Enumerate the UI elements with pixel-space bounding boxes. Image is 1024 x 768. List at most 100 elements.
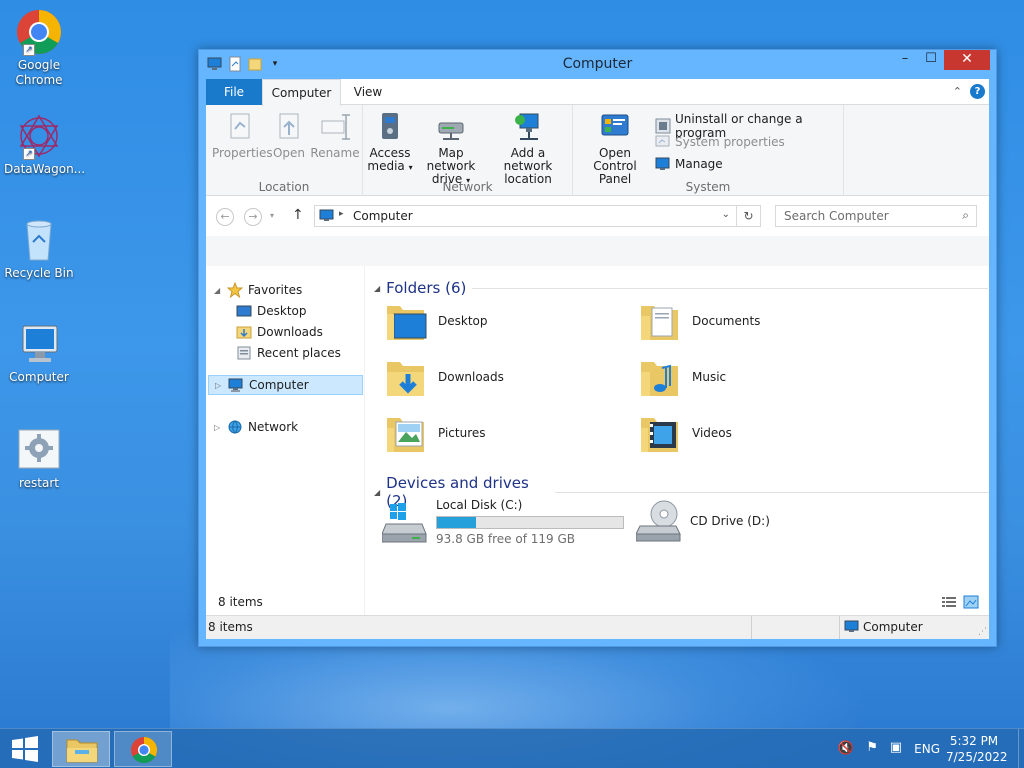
desktop-icon-restart[interactable]: restart [4,426,74,491]
usage-bar-fill [437,517,477,528]
nav-recent-places[interactable]: Recent places [236,343,341,363]
collapse-arrow-icon[interactable]: ◢ [374,284,380,293]
properties-button[interactable]: Properties [212,111,273,160]
collapse-arrow-icon[interactable]: ◢ [374,488,380,497]
rename-button[interactable]: Rename [310,111,360,160]
folder-videos[interactable]: Videos [638,410,732,456]
desktop-icon-label: Computer [9,370,69,384]
nav-computer[interactable]: ▷ Computer [208,375,363,395]
tab-view[interactable]: View [343,79,393,105]
folders-section-header[interactable]: ◢ Folders (6) [374,279,989,297]
address-dropdown-chevron-icon[interactable]: ⌄ [722,209,730,220]
control-panel-icon [599,111,631,143]
ribbon-group-network: Access media ▾ Map network drive ▾ Add a… [363,105,573,196]
rename-icon [319,111,351,143]
map-network-drive-label: Map network [426,146,476,173]
start-button[interactable] [6,733,44,765]
downloads-folder-icon [384,354,430,400]
network-status-icon[interactable]: ▣ [890,740,902,755]
manage-icon [655,156,671,172]
details-view-icon[interactable] [941,595,957,609]
volume-muted-icon[interactable]: 🔇 [838,741,854,756]
computer-icon [15,320,63,368]
minimize-button[interactable]: – [892,50,918,70]
taskbar-chrome[interactable] [114,731,172,767]
maximize-button[interactable]: ☐ [918,50,944,70]
dropdown-arrow-icon: ▾ [408,163,413,172]
drive-local-disk[interactable]: Local Disk (C:) 93.8 GB free of 119 GB [381,498,624,546]
clock-time: 5:32 PM [949,734,999,748]
folder-downloads[interactable]: Downloads [384,354,504,400]
map-network-drive-button[interactable]: Map network drive ▾ [415,111,487,187]
folder-desktop[interactable]: Desktop [384,298,488,344]
window-title: Computer [562,56,633,72]
desktop-icon-chrome[interactable]: ↗ Google Chrome [4,8,74,88]
chrome-icon [131,736,158,764]
folder-documents[interactable]: Documents [638,298,760,344]
collapse-ribbon-chevron-icon[interactable]: ⌃ [953,85,962,98]
computer-icon [228,377,244,393]
drive-cd[interactable]: CD Drive (D:) [635,498,770,544]
nav-desktop[interactable]: Desktop [236,301,307,321]
collapsed-arrow-icon[interactable]: ▷ [215,381,223,390]
local-disk-name: Local Disk (C:) [436,498,523,512]
status-divider [839,616,840,639]
action-center-flag-icon[interactable]: ⚑ [866,740,878,755]
add-network-location-button[interactable]: Add a network location [487,111,569,186]
refresh-button[interactable]: ↻ [737,205,761,227]
section-divider [555,491,989,493]
system-properties-button[interactable]: System properties [655,134,785,150]
resize-grip-icon[interactable]: ⋰ [978,627,987,637]
nav-favorites[interactable]: ◢ Favorites [214,280,302,300]
collapsed-arrow-icon[interactable]: ▷ [214,423,222,432]
open-control-panel-button[interactable]: Open Control Panel [577,111,653,186]
recycle-bin-icon [15,216,63,264]
search-icon: ⌕ [962,208,969,222]
nav-downloads[interactable]: Downloads [236,322,323,342]
desktop-icon-label: Chrome [15,73,63,87]
desktop-icon-label: Google [17,58,61,72]
desktop-icon-computer[interactable]: Computer [4,320,74,385]
downloads-icon [236,324,252,340]
status-divider [751,616,752,639]
videos-folder-icon [638,410,684,456]
back-button[interactable]: ← [216,208,234,226]
access-media-button[interactable]: Access media ▾ [367,111,413,174]
manage-button[interactable]: Manage [655,156,723,172]
recent-places-icon [236,345,252,361]
tab-computer[interactable]: Computer [262,79,341,106]
datawagon-icon: ↗ [15,112,63,160]
close-button[interactable]: ✕ [944,50,990,70]
nav-network[interactable]: ▷ Network [214,417,298,437]
help-icon[interactable]: ? [970,84,985,99]
open-button[interactable]: Open [270,111,308,160]
search-input[interactable]: Search Computer ⌕ [775,205,977,227]
taskbar-file-explorer[interactable] [52,731,110,767]
file-explorer-icon [66,739,98,763]
title-bar[interactable]: ▾ Computer – ☐ ✕ [199,50,996,79]
folder-label: Pictures [438,426,486,440]
star-icon [226,281,244,299]
access-media-icon [374,111,406,143]
address-bar[interactable]: ▸ Computer ⌄ [314,205,737,227]
input-language[interactable]: ENG [914,742,940,756]
tab-file[interactable]: File [206,79,262,105]
add-network-location-icon [512,111,544,143]
nav-computer-label: Computer [249,378,309,392]
ribbon-tabs: File Computer View ⌃ ? [206,79,989,106]
recent-locations-chevron-icon[interactable]: ▾ [270,211,274,220]
breadcrumb-computer[interactable]: Computer [353,209,413,223]
folder-pictures[interactable]: Pictures [384,410,486,456]
desktop-icon-datawagon[interactable]: ↗ DataWagon... [4,112,85,177]
folder-music[interactable]: Music [638,354,726,400]
breadcrumb-separator-icon[interactable]: ▸ [339,209,344,219]
large-icons-view-icon[interactable] [963,595,979,609]
status-item-count: 8 items [208,620,253,634]
desktop-icon-recycle-bin[interactable]: Recycle Bin [4,216,74,281]
expanded-arrow-icon[interactable]: ◢ [214,286,222,295]
folder-label: Videos [692,426,732,440]
clock[interactable]: 5:32 PM 7/25/2022 [946,733,1008,765]
up-button[interactable]: ↑ [292,207,304,223]
show-desktop-button[interactable] [1018,729,1024,768]
forward-button[interactable]: → [244,208,262,226]
